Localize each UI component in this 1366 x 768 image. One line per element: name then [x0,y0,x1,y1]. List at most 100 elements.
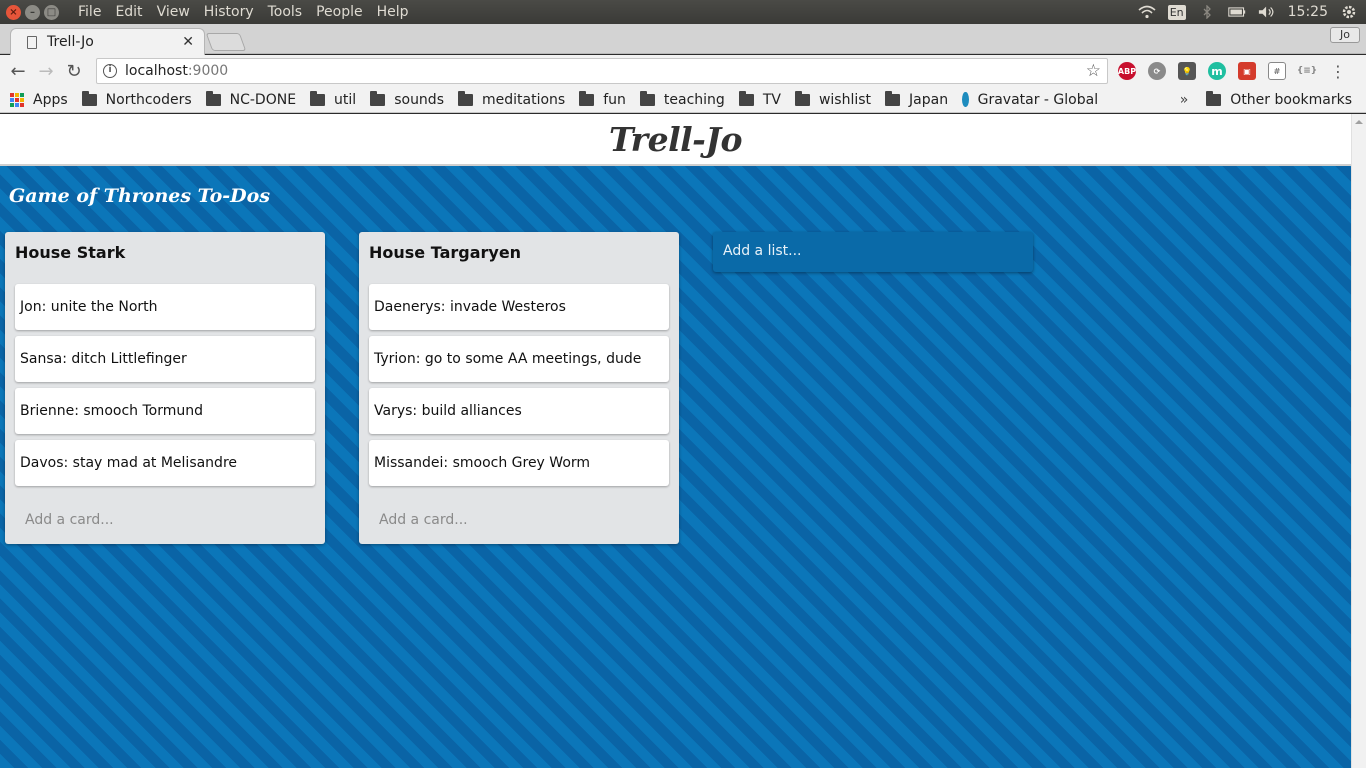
bookmark-label: Other bookmarks [1230,91,1352,108]
bookmark-folder-meditations[interactable]: meditations [458,90,566,108]
list-title[interactable]: House Stark [15,242,315,284]
folder-icon [370,90,386,106]
m-extension-icon[interactable]: m [1208,62,1226,80]
menu-history[interactable]: History [197,4,261,20]
list-house-stark: House Stark Jon: unite the North Sansa: … [5,232,325,544]
folder-icon [885,90,901,106]
settings-gear-icon[interactable] [1340,5,1358,19]
add-card-button[interactable]: Add a card... [15,510,315,530]
bookmarks-bar: Apps Northcoders NC-DONE util sounds med… [0,87,1366,113]
card[interactable]: Davos: stay mad at Melisandre [15,440,315,486]
address-bar[interactable]: i localhost :9000 ☆ [96,58,1108,84]
add-card-button[interactable]: Add a card... [369,510,669,530]
bookmark-folder-other[interactable]: Other bookmarks [1206,90,1352,108]
board-title[interactable]: Game of Thrones To-Dos [9,185,270,207]
menu-edit[interactable]: Edit [108,4,149,20]
page-viewport: Trell-Jo Game of Thrones To-Dos House St… [0,114,1351,768]
bookmark-folder-sounds[interactable]: sounds [370,90,444,108]
url-port: :9000 [187,63,229,79]
menu-people[interactable]: People [309,4,370,20]
bookmark-label: Northcoders [105,91,192,108]
card[interactable]: Daenerys: invade Westeros [369,284,669,330]
reload-icon[interactable]: ↻ [60,61,88,82]
card[interactable]: Tyrion: go to some AA meetings, dude [369,336,669,382]
bookmark-label: teaching [663,91,725,108]
sync-extension-icon[interactable]: ⟳ [1148,62,1166,80]
bookmark-folder-japan[interactable]: Japan [885,90,949,108]
bookmark-star-icon[interactable]: ☆ [1086,61,1101,81]
bookmark-label: NC-DONE [229,91,297,108]
system-tray: En 15:25 [1138,4,1358,20]
card[interactable]: Sansa: ditch Littlefinger [15,336,315,382]
scroll-up-arrow-icon[interactable] [1355,118,1363,126]
bookmark-folder-fun[interactable]: fun [579,90,626,108]
os-top-bar: × – □ File Edit View History Tools Peopl… [0,0,1366,24]
bookmark-apps[interactable]: Apps [10,92,68,108]
url-host: localhost [125,63,188,79]
menu-file[interactable]: File [71,4,108,20]
new-tab-button[interactable] [205,33,247,51]
tab-title: Trell-Jo [47,34,94,50]
site-info-icon[interactable]: i [103,64,117,78]
bluetooth-icon[interactable] [1198,5,1216,19]
app-header: Trell-Jo [0,114,1351,166]
window-minimize-icon[interactable]: – [25,4,40,20]
bookmark-folder-northcoders[interactable]: Northcoders [81,90,192,108]
page-scrollbar[interactable] [1351,114,1366,768]
lightbulb-extension-icon[interactable]: 💡 [1178,62,1196,80]
folder-icon [310,90,326,106]
folder-icon [458,90,473,106]
list-house-targaryen: House Targaryen Daenerys: invade Westero… [359,232,679,544]
profile-button[interactable]: Jo [1330,27,1360,43]
bookmark-label: meditations [482,91,566,108]
extensions-area: ABP ⟳ 💡 m ▣ # {≡} [1118,62,1317,80]
browser-tab-strip: Trell-Jo ✕ Jo [0,24,1366,55]
bookmark-label: wishlist [818,91,872,108]
bookmark-label: Gravatar - Global [977,91,1099,108]
bookmark-folder-tv[interactable]: TV [738,90,781,108]
bookmark-folder-teaching[interactable]: teaching [639,90,725,108]
menu-view[interactable]: View [150,4,197,20]
card[interactable]: Jon: unite the North [15,284,315,330]
browser-tab-active[interactable]: Trell-Jo ✕ [10,28,205,55]
card[interactable]: Missandei: smooch Grey Worm [369,440,669,486]
folder-icon [794,90,810,106]
back-arrow-icon[interactable]: ← [4,61,32,82]
bookmark-label: sounds [394,91,444,108]
clock[interactable]: 15:25 [1288,4,1328,20]
bookmark-gravatar[interactable]: Gravatar - Global [962,92,1098,108]
json-extension-icon[interactable]: {≡} [1297,62,1317,80]
card[interactable]: Brienne: smooch Tormund [15,388,315,434]
browser-menu-icon[interactable]: ⋮ [1330,62,1346,81]
menu-help[interactable]: Help [370,4,416,20]
image-extension-icon[interactable]: ▣ [1238,62,1256,80]
add-list-button[interactable]: Add a list... [713,232,1033,272]
bookmark-label: util [334,91,357,108]
window-close-icon[interactable]: × [6,4,21,20]
window-maximize-icon[interactable]: □ [44,4,59,20]
bookmark-label: TV [762,91,781,108]
bookmark-folder-nc-done[interactable]: NC-DONE [205,90,297,108]
wifi-icon[interactable] [1138,5,1156,19]
apps-grid-icon [10,92,24,107]
folder-icon [1206,90,1222,106]
bookmark-label: Japan [909,91,949,108]
bookmark-folder-wishlist[interactable]: wishlist [794,90,872,108]
forward-arrow-icon[interactable]: → [32,61,60,82]
page-document-icon [27,35,37,49]
tab-close-icon[interactable]: ✕ [182,34,194,50]
list-title[interactable]: House Targaryen [369,242,669,284]
folder-icon [81,90,97,106]
bookmark-folder-util[interactable]: util [310,90,357,108]
adblock-plus-icon[interactable]: ABP [1118,62,1136,80]
keyboard-language-indicator[interactable]: En [1167,4,1186,20]
bookmark-label: fun [603,91,626,108]
grid-extension-icon[interactable]: # [1268,62,1286,80]
folder-icon [738,90,754,106]
battery-icon[interactable] [1227,5,1246,19]
menu-tools[interactable]: Tools [261,4,310,20]
card[interactable]: Varys: build alliances [369,388,669,434]
more-bookmarks-chevron[interactable]: » [1180,92,1189,108]
folder-icon [205,90,221,106]
volume-icon[interactable] [1258,5,1276,19]
